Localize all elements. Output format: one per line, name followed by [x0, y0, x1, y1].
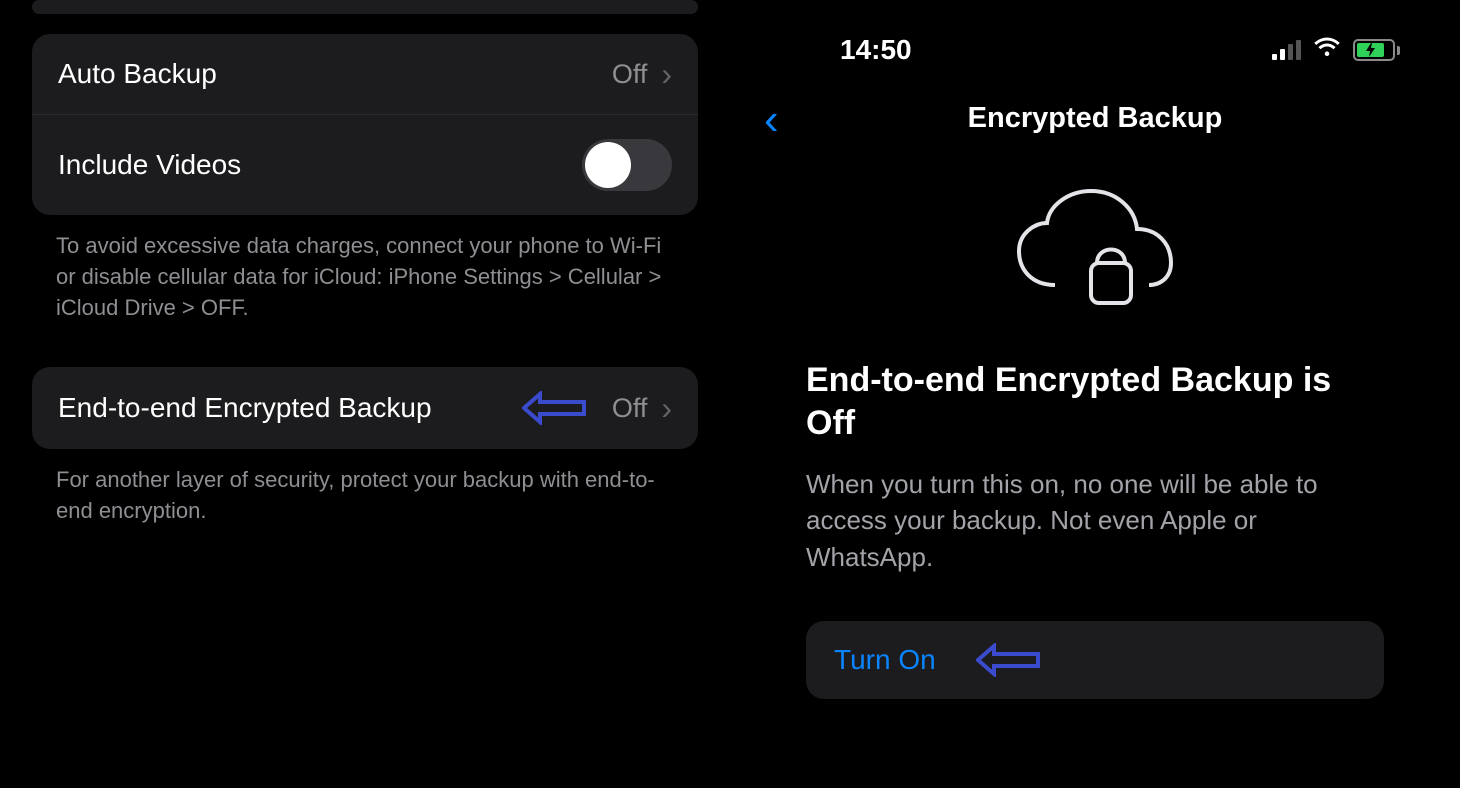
e2e-note: For another layer of security, protect y…	[20, 449, 710, 527]
left-pane: Auto Backup Off › Include Videos To avoi…	[0, 0, 730, 788]
header-title: Encrypted Backup	[968, 102, 1223, 135]
status-icons	[1272, 34, 1400, 66]
turn-on-label: Turn On	[834, 644, 936, 676]
e2e-section: End-to-end Encrypted Backup Off ›	[32, 367, 698, 449]
backup-options-section: Auto Backup Off › Include Videos	[32, 34, 698, 215]
auto-backup-row[interactable]: Auto Backup Off ›	[32, 34, 698, 114]
include-videos-toggle[interactable]	[582, 139, 672, 191]
cellular-signal-icon	[1272, 40, 1301, 60]
e2e-status-heading: End-to-end Encrypted Backup is Off	[750, 359, 1440, 444]
e2e-backup-row[interactable]: End-to-end Encrypted Backup Off ›	[32, 367, 698, 449]
cloud-lock-icon	[750, 185, 1440, 325]
e2e-backup-label: End-to-end Encrypted Backup	[58, 392, 432, 424]
chevron-right-icon: ›	[661, 58, 672, 90]
back-button[interactable]: ‹	[764, 98, 779, 142]
auto-backup-label: Auto Backup	[58, 58, 217, 90]
include-videos-row: Include Videos	[32, 114, 698, 215]
prior-section-fragment	[32, 0, 698, 14]
auto-backup-status: Off	[612, 59, 648, 90]
right-pane: 14:50 ‹ Encrypted Backup	[730, 0, 1460, 788]
annotation-arrow-icon	[976, 643, 1046, 677]
status-time: 14:50	[840, 34, 912, 66]
battery-charging-icon	[1353, 39, 1400, 61]
include-videos-label: Include Videos	[58, 149, 241, 181]
turn-on-button[interactable]: Turn On	[806, 621, 1384, 699]
chevron-right-icon: ›	[661, 392, 672, 424]
e2e-description: When you turn this on, no one will be ab…	[750, 444, 1440, 575]
nav-header: ‹ Encrypted Backup	[750, 66, 1440, 145]
annotation-arrow-icon	[522, 391, 592, 425]
wifi-icon	[1313, 34, 1341, 66]
e2e-backup-status: Off	[612, 393, 648, 424]
status-bar: 14:50	[750, 0, 1440, 66]
data-charge-note: To avoid excessive data charges, connect…	[20, 215, 710, 323]
toggle-knob	[585, 142, 631, 188]
